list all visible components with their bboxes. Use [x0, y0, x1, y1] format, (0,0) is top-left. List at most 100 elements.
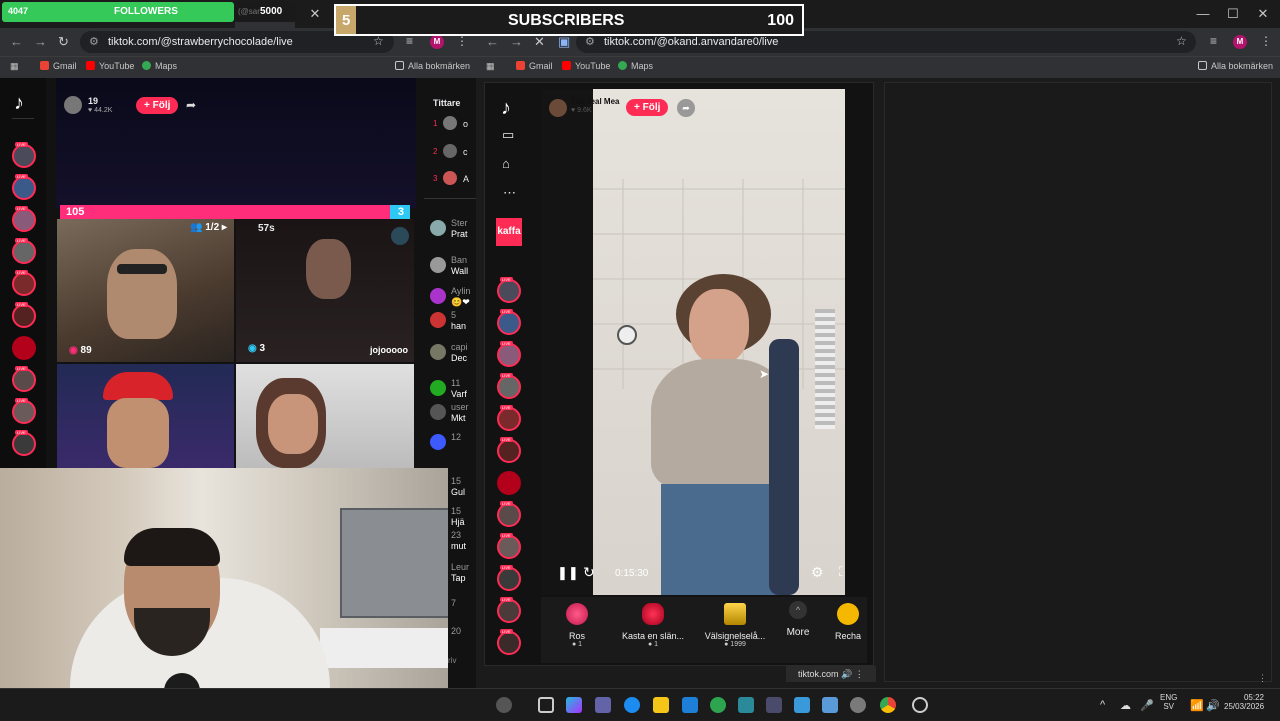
followed-live-avatar[interactable] [497, 629, 521, 655]
gift-item[interactable]: Ros ● 1 [549, 603, 605, 648]
bookmark-maps[interactable]: Maps [142, 61, 177, 71]
chat-avatar[interactable] [430, 257, 446, 273]
bookmark-star-icon[interactable]: ☆ [373, 34, 384, 48]
followed-live-avatar[interactable] [12, 206, 36, 232]
profile-avatar[interactable]: M [430, 35, 444, 49]
photos-icon[interactable] [794, 697, 810, 713]
site-info-icon[interactable]: ⚙ [89, 35, 99, 48]
chat-avatar[interactable] [430, 312, 446, 328]
bookmark-youtube[interactable]: YouTube [562, 61, 610, 71]
edge-icon[interactable] [624, 697, 640, 713]
viewer-avatar[interactable] [443, 116, 457, 130]
chrome-icon[interactable] [880, 697, 896, 713]
streamer-avatar[interactable] [549, 99, 567, 117]
gift-item[interactable]: Välsignelselå... ● 1999 [695, 603, 775, 648]
guest-video-tile[interactable]: ◉ 89 [57, 219, 234, 362]
obs-icon[interactable] [912, 697, 928, 713]
guest-video-tile[interactable] [57, 364, 234, 468]
recharge-button[interactable]: Recha [830, 603, 866, 641]
store-icon[interactable] [738, 697, 754, 713]
followed-live-avatar[interactable] [497, 405, 521, 431]
chat-input[interactable]: riv [448, 656, 456, 665]
display-icon[interactable] [822, 697, 838, 713]
side-panel-menu-icon[interactable]: ⋮ [1258, 673, 1267, 684]
followed-live-avatar[interactable] [12, 398, 36, 424]
gift-item[interactable]: Kasta en slän... ● 1 [615, 603, 691, 648]
close-tab-icon[interactable]: ✕ [300, 6, 330, 22]
menu-icon[interactable]: ⋮ [456, 34, 468, 48]
bookmark-maps[interactable]: Maps [618, 61, 653, 71]
apps-icon[interactable]: ▦ [10, 61, 19, 72]
bookmark-star-icon[interactable]: ☆ [1176, 34, 1187, 48]
site-info-icon[interactable]: ⚙ [585, 35, 595, 48]
followed-live-avatar[interactable] [497, 437, 521, 463]
follow-button[interactable]: + Följ [626, 99, 669, 116]
chat-avatar[interactable] [430, 288, 446, 304]
settings-app-icon[interactable] [850, 697, 866, 713]
viewer-avatar[interactable] [443, 171, 457, 185]
pause-icon[interactable]: ❚❚ [557, 565, 579, 581]
chevron-up-icon[interactable]: ^ [1100, 699, 1105, 711]
followed-live-avatar[interactable] [497, 341, 521, 367]
followed-live-avatar[interactable] [12, 302, 36, 328]
more-dots-icon[interactable]: ⋯ [503, 185, 516, 201]
settings-icon[interactable]: ⚙ [811, 564, 824, 581]
all-bookmarks[interactable]: Alla bokmärken [395, 61, 470, 71]
chat-avatar[interactable] [430, 404, 446, 420]
home-icon[interactable]: ⌂ [502, 156, 510, 171]
language-indicator[interactable]: ENG SV [1160, 693, 1177, 711]
media-control-icon[interactable]: ≡ [1210, 34, 1217, 48]
app-icon[interactable] [766, 697, 782, 713]
followed-live-avatar[interactable] [12, 430, 36, 456]
followed-live-avatar[interactable] [497, 597, 521, 623]
apps-icon[interactable]: ▦ [486, 61, 495, 72]
reload-icon[interactable]: ↻ [58, 34, 69, 50]
mail-icon[interactable] [682, 697, 698, 713]
viewer-avatar[interactable] [443, 144, 457, 158]
minimize-icon[interactable]: — [1188, 6, 1218, 21]
chat-avatar[interactable] [430, 434, 446, 450]
wifi-icon[interactable]: 📶 [1190, 699, 1204, 712]
back-icon[interactable]: ← [10, 34, 23, 49]
all-bookmarks[interactable]: Alla bokmärken [1198, 61, 1273, 71]
chat-avatar[interactable] [430, 344, 446, 360]
followed-live-avatar[interactable] [12, 174, 36, 200]
share-icon[interactable]: ➦ [677, 99, 695, 117]
followed-live-avatar[interactable] [497, 309, 521, 335]
close-window-icon[interactable]: ✕ [1248, 6, 1278, 22]
onedrive-icon[interactable]: ☁ [1120, 699, 1131, 712]
bookmark-gmail[interactable]: Gmail [516, 61, 553, 71]
share-icon[interactable]: ➦ [186, 98, 196, 112]
bookmark-gmail[interactable]: Gmail [40, 61, 77, 71]
followed-live-avatar[interactable] [12, 366, 36, 392]
menu-icon[interactable]: ⋮ [1260, 34, 1272, 48]
maximize-icon[interactable]: ☐ [1218, 6, 1248, 22]
chat-avatar[interactable] [430, 220, 446, 236]
clock[interactable]: 05:22 25/03/2026 [1224, 693, 1264, 711]
followed-live-avatar[interactable] [497, 565, 521, 591]
volume-icon[interactable]: 🔊 [1206, 699, 1220, 712]
followed-live-avatar[interactable] [497, 373, 521, 399]
video-camera-icon[interactable]: ▭ [502, 127, 514, 143]
copilot-icon[interactable] [566, 697, 582, 713]
bookmark-youtube[interactable]: YouTube [86, 61, 134, 71]
guest-video-tile[interactable]: ◉ 3 jojooooo [236, 219, 414, 362]
more-gifts-button[interactable]: ^ More [781, 601, 815, 638]
task-view-icon[interactable] [538, 697, 554, 713]
followed-live-avatar[interactable] [12, 238, 36, 264]
media-control-icon[interactable]: ≡ [406, 34, 413, 48]
mic-icon[interactable]: 🎤 [1140, 699, 1154, 712]
sidebar-channel-tile[interactable]: kaffa [496, 218, 522, 246]
back-icon[interactable]: ← [486, 34, 499, 49]
security-icon[interactable] [710, 697, 726, 713]
followed-live-avatar[interactable] [497, 277, 521, 303]
forward-icon[interactable]: → [510, 34, 523, 49]
host-avatar[interactable] [64, 96, 82, 114]
follow-button[interactable]: + Följ [136, 97, 179, 114]
stop-loading-icon[interactable]: ✕ [534, 34, 545, 50]
tiktok-logo-icon[interactable]: ♪ [501, 97, 511, 120]
profile-avatar[interactable]: M [1233, 35, 1247, 49]
file-explorer-icon[interactable] [653, 697, 669, 713]
forward-icon[interactable]: → [34, 34, 47, 49]
teams-icon[interactable] [595, 697, 611, 713]
